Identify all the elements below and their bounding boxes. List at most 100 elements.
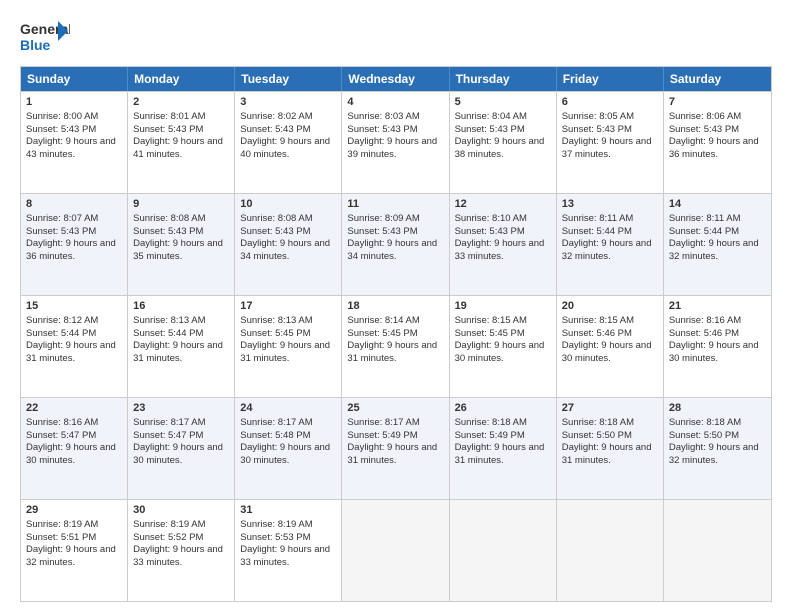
daylight-text: Daylight: 9 hours and 31 minutes. [455,442,545,466]
day-cell-16: 16Sunrise: 8:13 AMSunset: 5:44 PMDayligh… [128,296,235,397]
day-number: 27 [562,401,658,416]
day-cell-15: 15Sunrise: 8:12 AMSunset: 5:44 PMDayligh… [21,296,128,397]
sunset-text: Sunset: 5:45 PM [240,328,310,339]
day-number: 16 [133,299,229,314]
day-cell-3: 3Sunrise: 8:02 AMSunset: 5:43 PMDaylight… [235,92,342,193]
day-number: 23 [133,401,229,416]
sunset-text: Sunset: 5:43 PM [240,124,310,135]
sunrise-text: Sunrise: 8:13 AM [133,315,205,326]
sunrise-text: Sunrise: 8:15 AM [562,315,634,326]
daylight-text: Daylight: 9 hours and 31 minutes. [26,340,116,364]
sunrise-text: Sunrise: 8:18 AM [455,417,527,428]
daylight-text: Daylight: 9 hours and 36 minutes. [669,136,759,160]
sunrise-text: Sunrise: 8:17 AM [133,417,205,428]
day-number: 8 [26,197,122,212]
day-number: 2 [133,95,229,110]
header-cell-friday: Friday [557,67,664,91]
sunset-text: Sunset: 5:43 PM [26,124,96,135]
day-number: 14 [669,197,766,212]
daylight-text: Daylight: 9 hours and 33 minutes. [240,544,330,568]
daylight-text: Daylight: 9 hours and 30 minutes. [562,340,652,364]
daylight-text: Daylight: 9 hours and 32 minutes. [669,442,759,466]
sunset-text: Sunset: 5:52 PM [133,532,203,543]
sunset-text: Sunset: 5:43 PM [133,124,203,135]
day-cell-29: 29Sunrise: 8:19 AMSunset: 5:51 PMDayligh… [21,500,128,601]
day-number: 25 [347,401,443,416]
sunrise-text: Sunrise: 8:18 AM [669,417,741,428]
day-cell-18: 18Sunrise: 8:14 AMSunset: 5:45 PMDayligh… [342,296,449,397]
day-cell-20: 20Sunrise: 8:15 AMSunset: 5:46 PMDayligh… [557,296,664,397]
daylight-text: Daylight: 9 hours and 30 minutes. [240,442,330,466]
daylight-text: Daylight: 9 hours and 31 minutes. [240,340,330,364]
sunset-text: Sunset: 5:46 PM [669,328,739,339]
daylight-text: Daylight: 9 hours and 32 minutes. [669,238,759,262]
sunset-text: Sunset: 5:43 PM [133,226,203,237]
daylight-text: Daylight: 9 hours and 34 minutes. [240,238,330,262]
header-cell-saturday: Saturday [664,67,771,91]
sunset-text: Sunset: 5:48 PM [240,430,310,441]
day-number: 7 [669,95,766,110]
day-cell-9: 9Sunrise: 8:08 AM Sunset: 5:43 PMDaylight… [128,194,235,295]
day-number: 30 [133,503,229,518]
day-number: 5 [455,95,551,110]
day-cell-4: 4Sunrise: 8:03 AMSunset: 5:43 PMDaylight… [342,92,449,193]
sunrise-text: Sunrise: 8:14 AM [347,315,419,326]
day-cell-2: 2Sunrise: 8:01 AMSunset: 5:43 PMDaylight… [128,92,235,193]
day-cell-26: 26Sunrise: 8:18 AMSunset: 5:49 PMDayligh… [450,398,557,499]
day-cell-28: 28Sunrise: 8:18 AM Sunset: 5:50 PMDayligh… [664,398,771,499]
sunrise-text: Sunrise: 8:11 AM [562,213,634,224]
day-cell-17: 17Sunrise: 8:13 AMSunset: 5:45 PMDayligh… [235,296,342,397]
svg-text:Blue: Blue [20,37,51,53]
daylight-text: Daylight: 9 hours and 34 minutes. [347,238,437,262]
daylight-text: Daylight: 9 hours and 31 minutes. [133,340,223,364]
sunrise-text: Sunrise: 8:19 AM [133,519,205,530]
sunrise-text: Sunrise: 8:00 AM [26,111,98,122]
sunrise-text: Sunrise: 8:17 AM [347,417,419,428]
day-number: 11 [347,197,443,212]
day-number: 29 [26,503,122,518]
sunset-text: Sunset: 5:44 PM [26,328,96,339]
sunrise-text: Sunrise: 8:03 AM [347,111,419,122]
sunrise-text: Sunrise: 8:09 AM [347,213,419,224]
day-cell-31: 31Sunrise: 8:19 AMSunset: 5:53 PMDayligh… [235,500,342,601]
daylight-text: Daylight: 9 hours and 31 minutes. [347,340,437,364]
day-number: 6 [562,95,658,110]
sunset-text: Sunset: 5:43 PM [455,226,525,237]
sunset-text: Sunset: 5:43 PM [562,124,632,135]
day-number: 9 [133,197,229,212]
daylight-text: Daylight: 9 hours and 41 minutes. [133,136,223,160]
sunset-text: Sunset: 5:50 PM [669,430,739,441]
sunrise-text: Sunrise: 8:08 AM [240,213,312,224]
sunrise-text: Sunrise: 8:08 AM [133,213,205,224]
calendar-row: 1Sunrise: 8:00 AMSunset: 5:43 PMDaylight… [21,91,771,193]
sunset-text: Sunset: 5:43 PM [669,124,739,135]
sunrise-text: Sunrise: 8:16 AM [669,315,741,326]
calendar-row: 15Sunrise: 8:12 AMSunset: 5:44 PMDayligh… [21,295,771,397]
daylight-text: Daylight: 9 hours and 35 minutes. [133,238,223,262]
day-cell-27: 27Sunrise: 8:18 AMSunset: 5:50 PMDayligh… [557,398,664,499]
calendar-header: SundayMondayTuesdayWednesdayThursdayFrid… [21,67,771,91]
day-number: 20 [562,299,658,314]
sunrise-text: Sunrise: 8:05 AM [562,111,634,122]
sunset-text: Sunset: 5:43 PM [240,226,310,237]
day-cell-24: 24Sunrise: 8:17 AMSunset: 5:48 PMDayligh… [235,398,342,499]
header: GeneralBlue [20,16,772,56]
sunrise-text: Sunrise: 8:04 AM [455,111,527,122]
day-cell-12: 12Sunrise: 8:10 AMSunset: 5:43 PMDayligh… [450,194,557,295]
day-number: 17 [240,299,336,314]
sunset-text: Sunset: 5:51 PM [26,532,96,543]
daylight-text: Daylight: 9 hours and 39 minutes. [347,136,437,160]
day-cell-30: 30Sunrise: 8:19 AMSunset: 5:52 PMDayligh… [128,500,235,601]
day-cell-10: 10Sunrise: 8:08 AMSunset: 5:43 PMDayligh… [235,194,342,295]
day-cell-11: 11Sunrise: 8:09 AMSunset: 5:43 PMDayligh… [342,194,449,295]
day-number: 3 [240,95,336,110]
day-cell-6: 6Sunrise: 8:05 AMSunset: 5:43 PMDaylight… [557,92,664,193]
daylight-text: Daylight: 9 hours and 30 minutes. [455,340,545,364]
sunrise-text: Sunrise: 8:06 AM [669,111,741,122]
sunrise-text: Sunrise: 8:12 AM [26,315,98,326]
day-cell-7: 7Sunrise: 8:06 AM Sunset: 5:43 PMDaylight… [664,92,771,193]
day-cell-5: 5Sunrise: 8:04 AMSunset: 5:43 PMDaylight… [450,92,557,193]
day-number: 28 [669,401,766,416]
empty-cell [557,500,664,601]
day-number: 19 [455,299,551,314]
